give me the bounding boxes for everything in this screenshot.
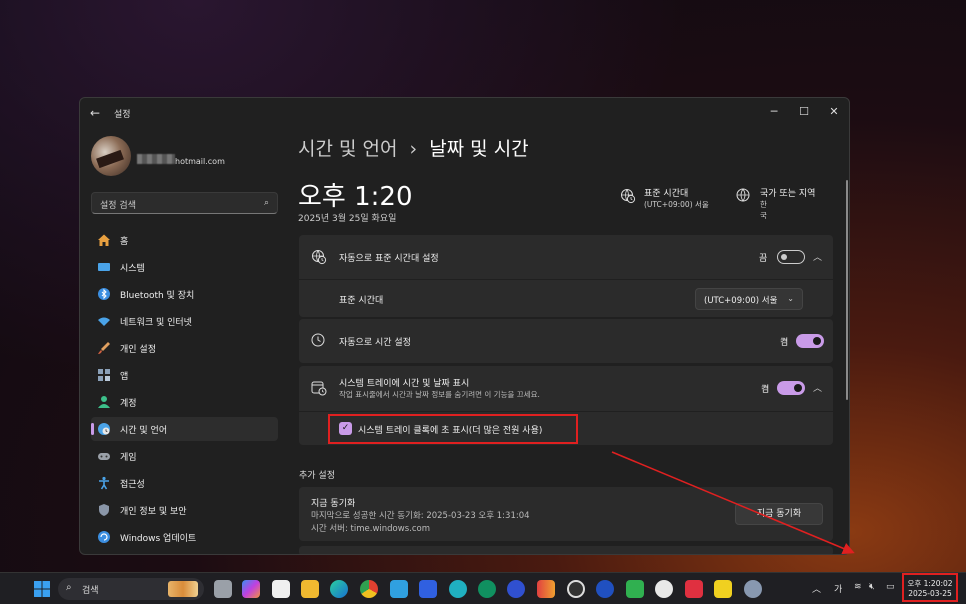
- kakaotalk-icon[interactable]: [714, 580, 732, 598]
- speaker-muted-icon[interactable]: 🔇︎: [869, 582, 875, 592]
- app-icon-9[interactable]: [685, 580, 703, 598]
- search-highlight-image: [168, 581, 198, 597]
- chrome-icon[interactable]: [360, 580, 378, 598]
- settings-gear-icon[interactable]: [744, 580, 762, 598]
- tray-overflow-chevron-icon[interactable]: ︿: [812, 582, 821, 595]
- app-icon-5[interactable]: [507, 580, 525, 598]
- app-icon-4[interactable]: [478, 580, 496, 598]
- wifi-icon[interactable]: ≋: [854, 582, 862, 592]
- copilot-icon[interactable]: [242, 580, 260, 598]
- edge-icon[interactable]: [330, 580, 348, 598]
- search-icon: ⌕: [66, 582, 72, 593]
- task-view-icon[interactable]: [214, 580, 232, 598]
- app-icon-8[interactable]: [596, 580, 614, 598]
- evernote-icon[interactable]: [626, 580, 644, 598]
- file-explorer-icon[interactable]: [301, 580, 319, 598]
- annotation-arrow: [611, 451, 855, 555]
- taskbar: ⌕ 검색 ︿ 가 ≋ 🔇︎ ▭: [0, 572, 966, 604]
- store-icon[interactable]: [272, 580, 290, 598]
- clock-date: 2025-03-25: [908, 589, 952, 598]
- taskbar-search-input[interactable]: ⌕ 검색: [58, 578, 204, 600]
- battery-icon[interactable]: ▭: [886, 582, 895, 592]
- app-icon-1[interactable]: [390, 580, 408, 598]
- taskbar-clock[interactable]: 오후 1:20:02 2025-03-25: [902, 573, 958, 602]
- app-icon-2[interactable]: [419, 580, 437, 598]
- chatgpt-icon[interactable]: [655, 580, 673, 598]
- ime-indicator[interactable]: 가: [834, 582, 842, 595]
- app-icon-6[interactable]: [537, 580, 555, 598]
- app-icon-7[interactable]: [567, 580, 585, 598]
- app-icon-3[interactable]: [449, 580, 467, 598]
- windows-start-icon[interactable]: [33, 580, 51, 598]
- taskbar-search-placeholder: 검색: [82, 586, 99, 596]
- clock-time: 오후 1:20:02: [907, 579, 953, 588]
